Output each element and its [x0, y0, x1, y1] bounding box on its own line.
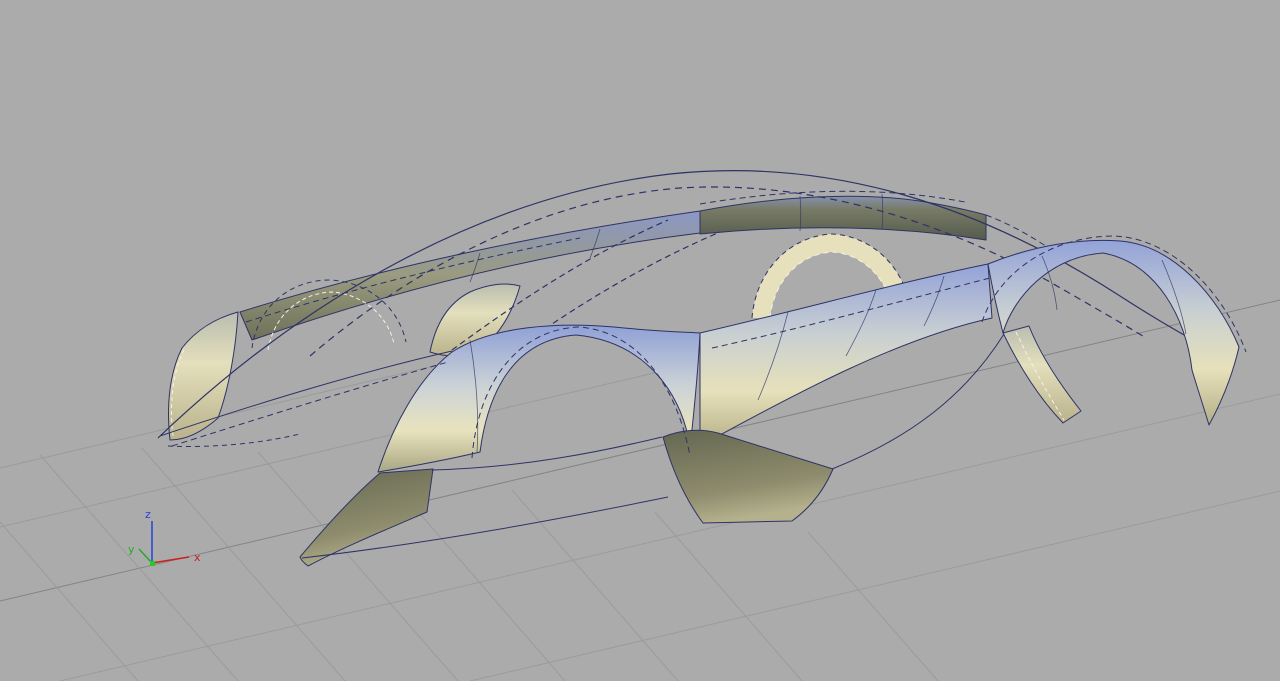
z-axis-label: z — [145, 508, 151, 521]
y-axis-label: y — [128, 543, 135, 556]
x-axis-label: x — [194, 551, 201, 564]
cad-viewport[interactable]: x y z — [0, 0, 1280, 681]
origin-marker — [150, 561, 155, 566]
perspective-view[interactable]: x y z — [0, 0, 1280, 681]
